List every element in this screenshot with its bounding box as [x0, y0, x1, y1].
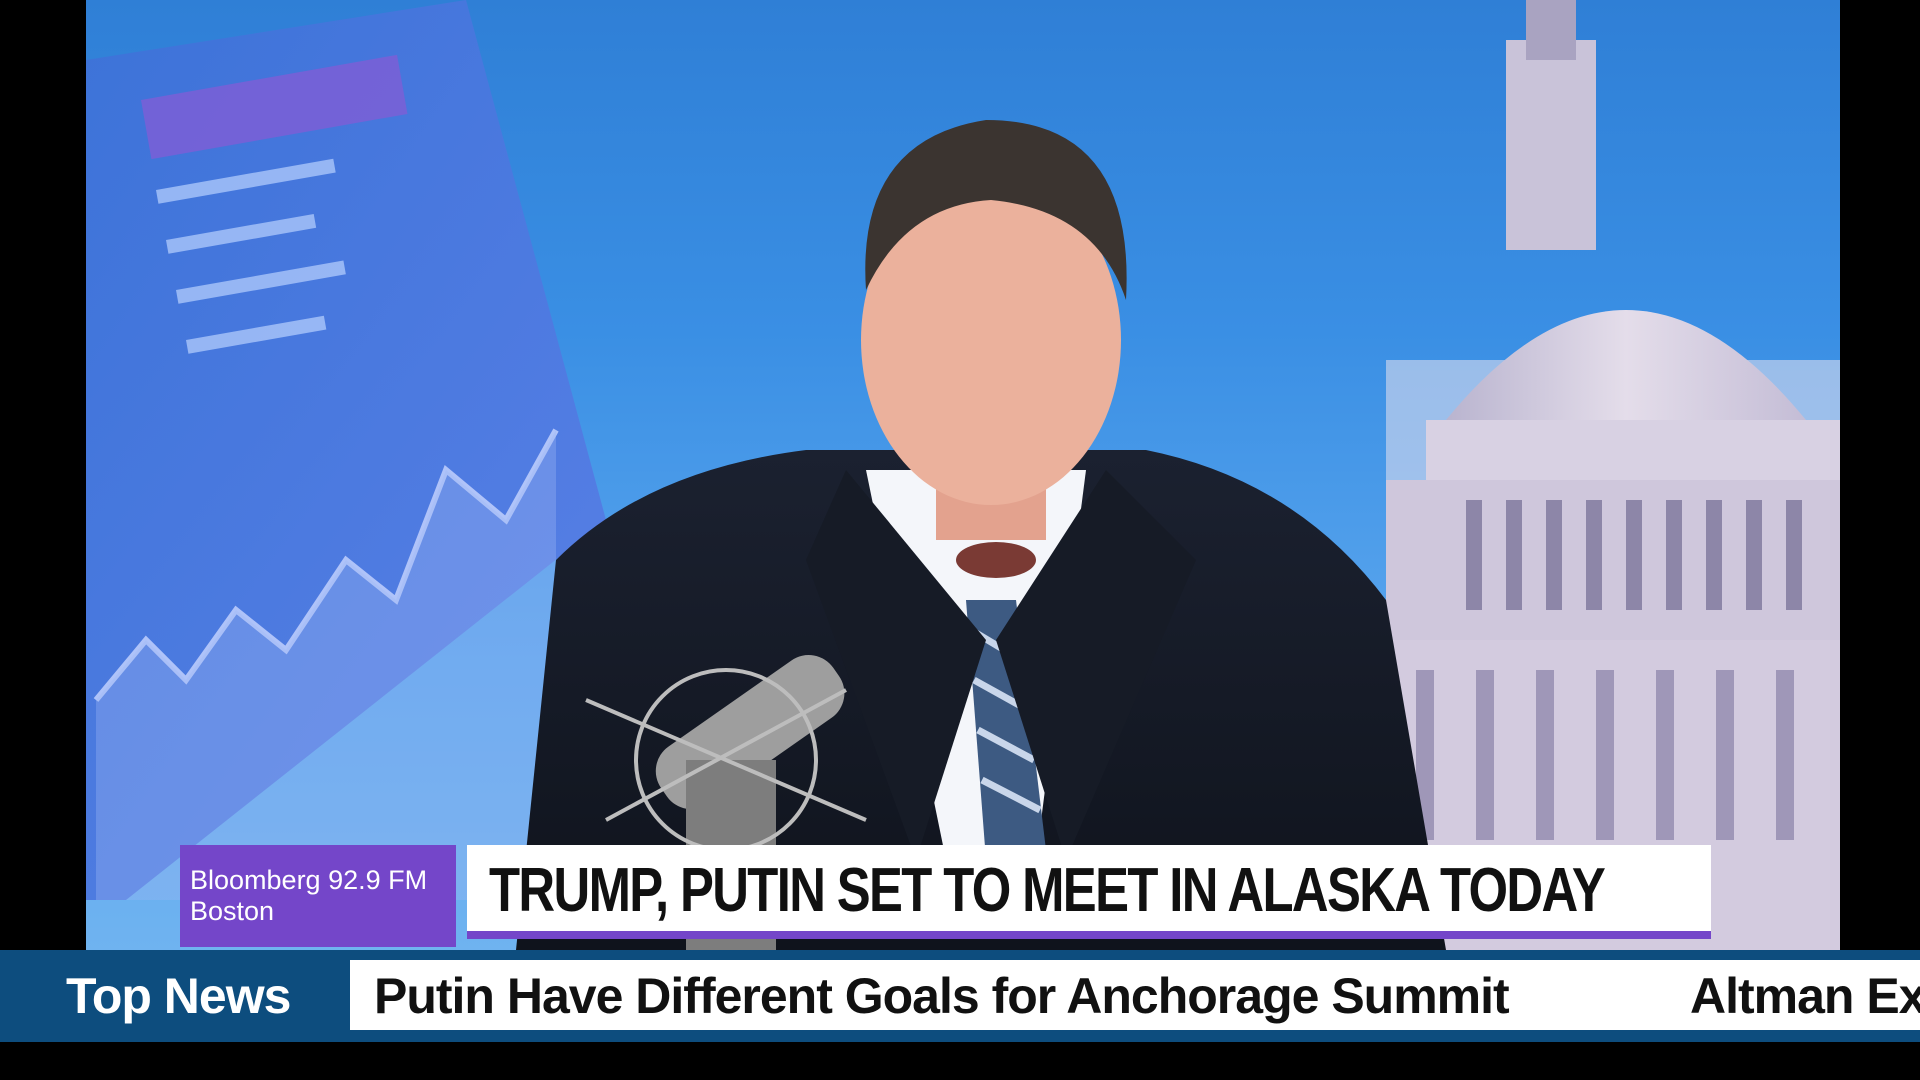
news-anchor: [516, 120, 1446, 950]
station-city: Boston: [190, 896, 275, 926]
studio-scene: [86, 0, 1840, 950]
capitol-dome-image: [1366, 0, 1840, 950]
ticker-label: Top News: [66, 968, 291, 1024]
station-bug: Bloomberg 92.9 FM Boston: [180, 845, 456, 947]
letterbox-bottom: [0, 1042, 1920, 1080]
studio-video-frame: [86, 0, 1840, 950]
ticker-item: Putin Have Different Goals for Anchorage…: [374, 968, 1510, 1024]
headline-text: TRUMP, PUTIN SET TO MEET IN ALASKA TODAY: [489, 856, 1606, 925]
ticker-track: Putin Have Different Goals for Anchorage…: [350, 960, 1920, 1030]
market-data-screen: [86, 0, 606, 900]
headline-lower-third: TRUMP, PUTIN SET TO MEET IN ALASKA TODAY: [467, 845, 1711, 939]
ticker-item: Altman Ex: [1690, 968, 1920, 1024]
station-name: Bloomberg 92.9 FM: [190, 865, 428, 895]
news-ticker: Top News Putin Have Different Goals for …: [0, 950, 1920, 1042]
broadcast-screen: Bloomberg 92.9 FM Boston TRUMP, PUTIN SE…: [0, 0, 1920, 1080]
